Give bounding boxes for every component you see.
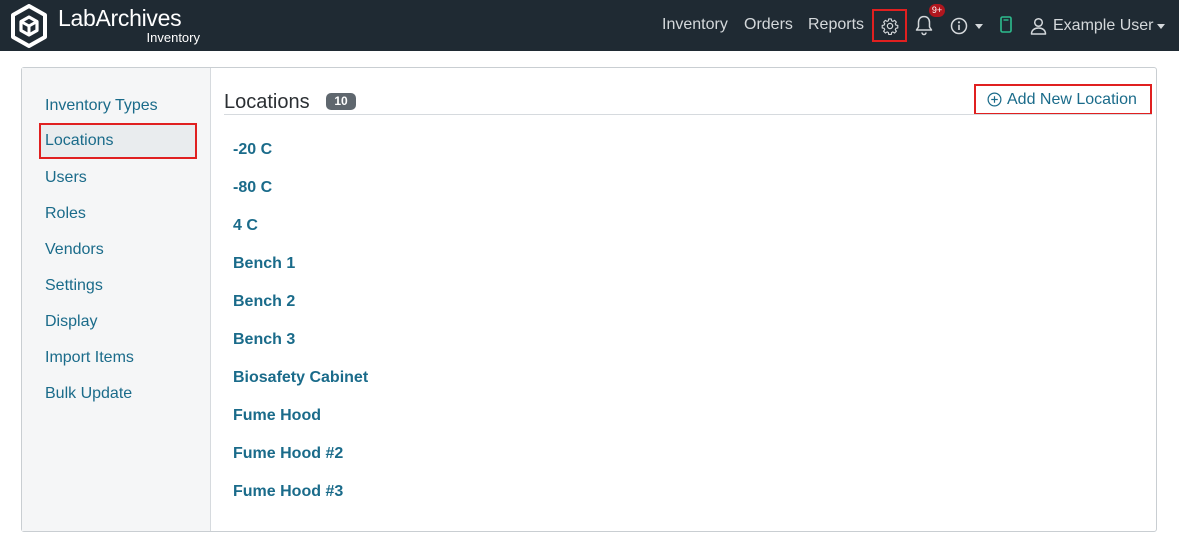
notebook-icon [1000, 16, 1012, 33]
gear-icon [881, 17, 898, 35]
user-name: Example User [1053, 17, 1154, 34]
brand-name: LabArchives [58, 5, 182, 31]
add-new-location-button[interactable]: Add New Location [974, 84, 1152, 115]
location-item[interactable]: -20 C [233, 141, 633, 159]
settings-button[interactable] [872, 9, 907, 42]
nav-link-inventory[interactable]: Inventory [662, 16, 728, 34]
brand[interactable]: LabArchives Inventory [10, 4, 200, 48]
chevron-down-icon [975, 24, 983, 29]
locations-content: Locations 10 Add New Location -20 C -80 … [212, 68, 1156, 531]
location-item[interactable]: Bench 1 [233, 255, 633, 273]
sidebar-item-inventory-types[interactable]: Inventory Types [39, 88, 197, 124]
notification-count-badge: 9+ [929, 4, 945, 17]
info-icon [950, 17, 983, 35]
chevron-down-icon [1157, 23, 1166, 29]
notifications-button[interactable] [914, 14, 936, 38]
user-icon [1030, 17, 1047, 35]
location-item[interactable]: -80 C [233, 179, 633, 197]
location-count-badge: 10 [326, 93, 356, 110]
sidebar-item-roles[interactable]: Roles [39, 196, 197, 232]
sidebar-item-bulk-update[interactable]: Bulk Update [39, 376, 197, 412]
location-item[interactable]: Fume Hood #3 [233, 483, 633, 501]
sidebar-item-display[interactable]: Display [39, 304, 197, 340]
location-item[interactable]: 4 C [233, 217, 633, 235]
location-item[interactable]: Bench 3 [233, 331, 633, 349]
nav-link-orders[interactable]: Orders [744, 16, 793, 34]
brand-subtitle: Inventory [146, 30, 200, 45]
location-item[interactable]: Bench 2 [233, 293, 633, 311]
labarchives-logo-icon [11, 4, 47, 48]
location-item[interactable]: Fume Hood #2 [233, 445, 633, 463]
sidebar-item-vendors[interactable]: Vendors [39, 232, 197, 268]
bell-icon [915, 15, 933, 36]
plus-circle-icon [987, 92, 1002, 107]
help-menu-button[interactable] [949, 15, 985, 37]
location-item[interactable]: Biosafety Cabinet [233, 369, 633, 387]
user-menu-button[interactable]: Example User [1030, 14, 1166, 38]
title-divider [224, 114, 1152, 115]
top-navbar: LabArchives Inventory Inventory Orders R… [0, 0, 1179, 51]
sidebar-item-locations[interactable]: Locations [39, 123, 197, 159]
add-new-location-label: Add New Location [1007, 90, 1137, 108]
settings-panel: Inventory Types Locations Users Roles Ve… [21, 67, 1157, 532]
location-item[interactable]: Fume Hood [233, 407, 633, 425]
sidebar-item-settings[interactable]: Settings [39, 268, 197, 304]
sidebar-item-import-items[interactable]: Import Items [39, 340, 197, 376]
sidebar-item-users[interactable]: Users [39, 160, 197, 196]
settings-sidebar: Inventory Types Locations Users Roles Ve… [22, 68, 211, 531]
nav-link-reports[interactable]: Reports [808, 16, 864, 34]
notebook-button[interactable] [999, 15, 1015, 37]
page-title: Locations [224, 91, 310, 113]
